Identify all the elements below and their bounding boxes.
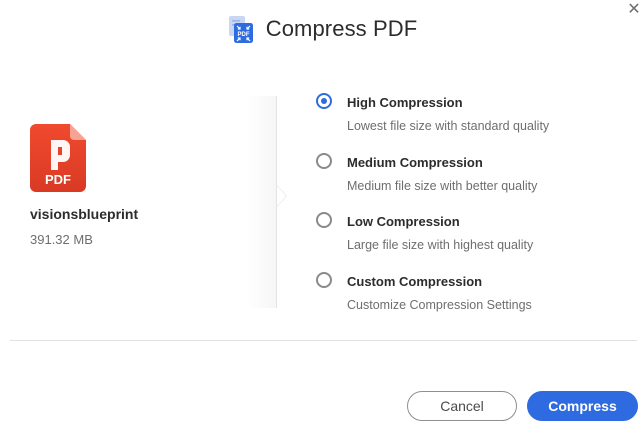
file-size: 391.32 MB	[30, 232, 93, 247]
option-title: Medium Compression	[347, 154, 483, 170]
option-medium-compression[interactable]: Medium Compression Medium file size with…	[316, 152, 636, 212]
divider-notch	[277, 186, 286, 206]
option-custom-compression[interactable]: Custom Compression Customize Compression…	[316, 271, 636, 331]
option-title: Custom Compression	[347, 273, 483, 289]
pdf-type-label: PDF	[45, 172, 71, 187]
compress-pdf-icon: PDF	[227, 14, 255, 44]
option-high-compression[interactable]: High Compression Lowest file size with s…	[316, 92, 636, 152]
pdf-file-icon: PDF	[30, 124, 86, 192]
footer-divider	[10, 340, 637, 341]
dialog-title: Compress PDF	[265, 16, 418, 41]
compress-button[interactable]: Compress	[527, 391, 638, 421]
svg-text:PDF: PDF	[237, 32, 249, 38]
dialog-header: PDF Compress PDF	[0, 12, 644, 46]
compression-options: High Compression Lowest file size with s…	[316, 92, 636, 330]
file-info-panel: PDF visionsblueprint 391.32 MB	[30, 124, 250, 247]
radio-high-compression[interactable]	[316, 93, 332, 109]
option-low-compression[interactable]: Low Compression Large file size with hig…	[316, 211, 636, 271]
option-description: Large file size with highest quality	[347, 238, 534, 252]
option-description: Customize Compression Settings	[347, 297, 532, 312]
option-title: High Compression	[347, 95, 463, 110]
option-description: Lowest file size with standard quality	[347, 119, 550, 133]
cancel-button[interactable]: Cancel	[407, 391, 517, 421]
option-description: Medium file size with better quality	[347, 178, 538, 193]
option-title: Low Compression	[347, 214, 460, 229]
file-name: visionsblueprint	[30, 206, 139, 222]
radio-custom-compression[interactable]	[316, 271, 332, 288]
panel-divider-shadow	[246, 96, 276, 308]
radio-low-compression[interactable]	[316, 212, 332, 228]
radio-medium-compression[interactable]	[316, 152, 332, 169]
